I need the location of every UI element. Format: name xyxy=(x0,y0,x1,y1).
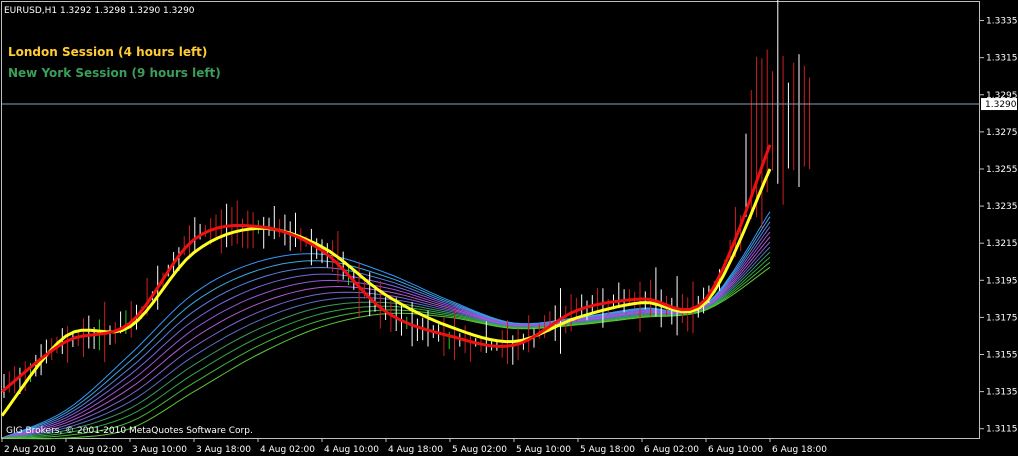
time-tick-label-7: 5 Aug 02:00 xyxy=(452,445,507,455)
price-tick-label-2: 1.3295 xyxy=(986,91,1018,101)
time-tick-label-11: 6 Aug 10:00 xyxy=(708,445,763,455)
time-tick-label-8: 5 Aug 10:00 xyxy=(516,445,571,455)
time-tick-label-10: 6 Aug 02:00 xyxy=(644,445,699,455)
price-tick-label-1: 1.3315 xyxy=(986,54,1018,64)
price-tick-label-3: 1.3275 xyxy=(986,128,1018,138)
price-tick-label-10: 1.3135 xyxy=(986,388,1018,398)
price-tick-label-6: 1.3215 xyxy=(986,239,1018,249)
time-tick-label-0: 2 Aug 2010 xyxy=(4,445,56,455)
time-tick-label-3: 3 Aug 18:00 xyxy=(196,445,251,455)
time-tick-label-1: 3 Aug 02:00 xyxy=(68,445,123,455)
chart-window[interactable]: EURUSD,H1 1.3292 1.3298 1.3290 1.3290 Lo… xyxy=(0,0,1018,456)
price-tick-label-8: 1.3175 xyxy=(986,313,1018,323)
current-price-value: 1.3290 xyxy=(985,100,1017,110)
chart-title: EURUSD,H1 1.3292 1.3298 1.3290 1.3290 xyxy=(4,6,195,16)
time-tick-label-4: 4 Aug 02:00 xyxy=(260,445,315,455)
price-tick-label-5: 1.3235 xyxy=(986,202,1018,212)
time-tick-label-5: 4 Aug 10:00 xyxy=(324,445,379,455)
london-session-label: London Session (4 hours left) xyxy=(8,45,207,59)
time-tick-label-2: 3 Aug 10:00 xyxy=(132,445,187,455)
price-tick-label-9: 1.3155 xyxy=(986,351,1018,361)
price-tick-label-11: 1.3115 xyxy=(986,425,1018,435)
time-tick-label-9: 5 Aug 18:00 xyxy=(580,445,635,455)
new-york-session-label: New York Session (9 hours left) xyxy=(8,66,221,80)
price-tick-label-4: 1.3255 xyxy=(986,165,1018,175)
price-tick-label-7: 1.3195 xyxy=(986,276,1018,286)
price-tick-label-0: 1.3335 xyxy=(986,17,1018,27)
time-tick-label-12: 6 Aug 18:00 xyxy=(772,445,827,455)
time-tick-label-6: 4 Aug 18:00 xyxy=(388,445,443,455)
copyright-text: GIG Brokers, © 2001-2010 MetaQuotes Soft… xyxy=(6,426,253,436)
price-chart[interactable]: EURUSD,H1 1.3292 1.3298 1.3290 1.3290 Lo… xyxy=(0,0,1018,456)
